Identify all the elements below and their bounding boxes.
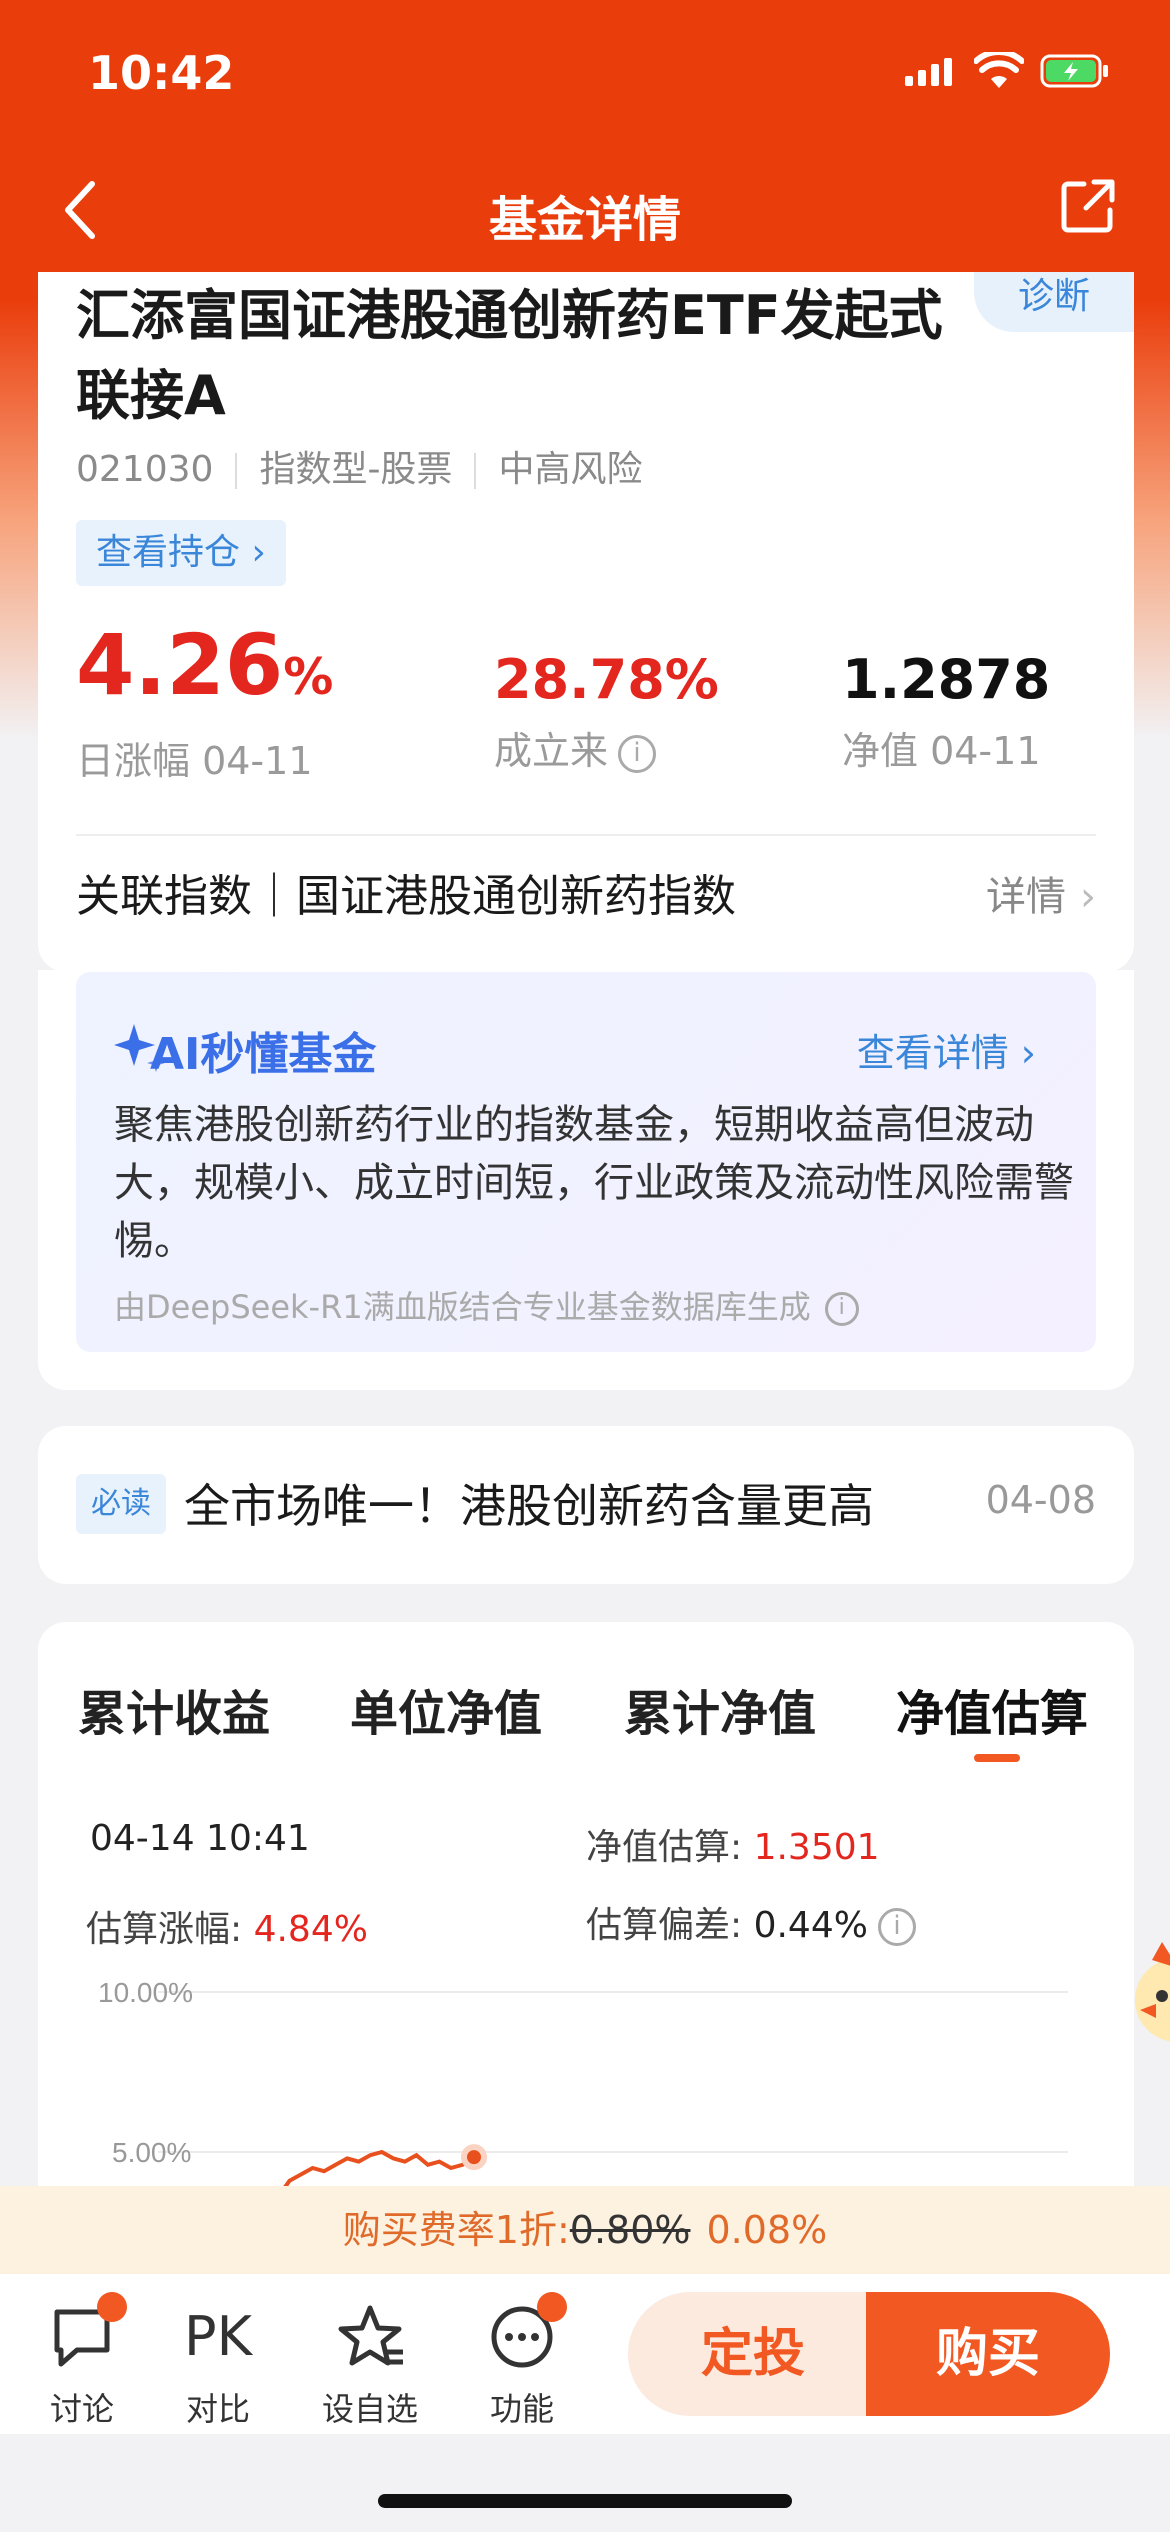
nav-block: 1.2878 净值 04-11 xyxy=(842,650,1050,775)
status-bar: 10:42 xyxy=(0,0,1170,150)
notification-dot xyxy=(97,2292,127,2322)
active-tab-indicator xyxy=(974,1754,1020,1762)
fund-name: 汇添富国证港股通创新药ETF发起式联接A xyxy=(76,284,943,427)
fund-summary-card: 诊断 汇添富国证港股通创新药ETF发起式联接A 021030 指数型-股票 中高风险… xyxy=(38,272,1134,972)
info-icon[interactable]: i xyxy=(824,1292,859,1326)
estimate-time: 04-14 10:41 xyxy=(90,1818,310,1859)
nav-label: 净值 04-11 xyxy=(842,729,1041,773)
wifi-icon xyxy=(974,52,1024,88)
daily-change-block: 4.26% 日涨幅 04-11 xyxy=(76,620,333,785)
nav-estimate: 净值估算: 1.3501 xyxy=(586,1827,880,1868)
fund-meta: 021030 指数型-股票 中高风险 xyxy=(76,440,642,492)
ai-summary-text: 聚焦港股创新药行业的指数基金，短期收益高但波动大，规模小、成立时间短，行业政策及… xyxy=(114,1102,1074,1264)
notification-dot xyxy=(537,2292,567,2322)
news-title[interactable]: 全市场唯一！港股创新药含量更高 xyxy=(184,1470,874,1536)
performance-card: 累计收益 单位净值 累计净值 净值估算 04-14 10:41 净值估算: 1.… xyxy=(38,1622,1134,2202)
ai-summary-box[interactable]: AI秒懂基金 查看详情 › 聚焦港股创新药行业的指数基金，短期收益高但波动大，规… xyxy=(76,972,1096,1352)
estimate-change: 估算涨幅: 4.84% xyxy=(86,1909,368,1950)
tab-cumulative-return[interactable]: 累计收益 xyxy=(78,1674,270,1744)
status-time: 10:42 xyxy=(88,46,235,100)
view-holdings-button[interactable]: 查看持仓 › xyxy=(76,520,286,586)
old-fee-rate: 0.80% xyxy=(569,2208,691,2252)
fund-code: 021030 xyxy=(76,449,214,490)
tab-unit-nav[interactable]: 单位净值 xyxy=(350,1674,542,1744)
since-inception-label: 成立来 xyxy=(494,729,609,773)
compare-button[interactable]: PK 对比 xyxy=(168,2302,268,2430)
ai-source-note: 由DeepSeek-R1满血版结合专业基金数据库生成 i xyxy=(114,1282,859,1328)
related-index-row[interactable]: 关联指数｜国证港股通创新药指数 详情 › xyxy=(76,857,1096,937)
star-icon xyxy=(338,2305,403,2366)
home-indicator xyxy=(378,2494,792,2508)
info-icon[interactable]: i xyxy=(618,734,657,773)
functions-label: 功能 xyxy=(489,2390,554,2428)
watch-label: 设自选 xyxy=(321,2390,418,2428)
estimate-deviation: 估算偏差: 0.44% i xyxy=(586,1896,916,1948)
bottom-action-bar: 讨论 PK 对比 设自选 功能 定投 购买 xyxy=(0,2274,1170,2434)
fee-promo-label: 购买费率1折: xyxy=(342,2208,570,2252)
share-icon[interactable] xyxy=(1060,178,1116,234)
index-detail-link[interactable]: 详情 › xyxy=(986,857,1096,937)
discuss-label: 讨论 xyxy=(49,2390,114,2428)
page-title: 基金详情 xyxy=(488,192,681,248)
daily-change-unit: % xyxy=(283,648,334,706)
battery-icon xyxy=(1040,54,1108,88)
ai-view-detail-link[interactable]: 查看详情 › xyxy=(857,1022,1036,1077)
chevron-right-icon: › xyxy=(1080,874,1096,920)
buy-button[interactable]: 购买 xyxy=(866,2292,1110,2416)
fund-risk: 中高风险 xyxy=(498,449,643,490)
divider xyxy=(76,834,1096,836)
since-inception-block: 28.78% 成立来 i xyxy=(494,650,719,775)
auto-invest-button[interactable]: 定投 xyxy=(628,2292,878,2416)
related-index-label: 关联指数｜国证港股通创新药指数 xyxy=(76,871,736,922)
news-card[interactable]: 必读 全市场唯一！港股创新药含量更高 04-08 xyxy=(38,1426,1134,1584)
ai-title: AI秒懂基金 xyxy=(150,1029,377,1080)
nav-estimate-chart: 10.00% 5.00% xyxy=(98,1977,1068,2198)
compare-label: 对比 xyxy=(185,2390,250,2428)
add-watchlist-button[interactable]: 设自选 xyxy=(320,2302,420,2430)
diagnose-button[interactable]: 诊断 xyxy=(974,272,1134,332)
fund-type: 指数型-股票 xyxy=(259,449,453,490)
fee-promo-bar: 购买费率1折:0.80% 0.08% xyxy=(0,2186,1170,2274)
y-tick-label: 5.00% xyxy=(112,2137,191,2168)
mascot-icon[interactable] xyxy=(1132,1940,1170,2050)
info-icon[interactable]: i xyxy=(877,1908,916,1946)
signal-icon xyxy=(905,58,952,86)
since-inception-value: 28.78% xyxy=(494,648,719,711)
nav-value: 1.2878 xyxy=(842,648,1051,711)
pk-icon: PK xyxy=(184,2305,252,2368)
discuss-button[interactable]: 讨论 xyxy=(32,2292,132,2430)
latest-point xyxy=(461,2144,487,2171)
daily-change-value: 4.26 xyxy=(76,616,284,714)
chart-tabs: 累计收益 单位净值 累计净值 净值估算 xyxy=(38,1674,1134,1774)
functions-button[interactable]: 功能 xyxy=(472,2292,572,2430)
nav-bar: 基金详情 xyxy=(0,160,1170,260)
news-date: 04-08 xyxy=(985,1478,1096,1522)
new-fee-rate: 0.08% xyxy=(706,2208,828,2252)
daily-change-label: 日涨幅 04-11 xyxy=(76,739,313,783)
must-read-badge: 必读 xyxy=(76,1474,166,1534)
tab-nav-estimate[interactable]: 净值估算 xyxy=(896,1674,1088,1744)
ai-summary-card: AI秒懂基金 查看详情 › 聚焦港股创新药行业的指数基金，短期收益高但波动大，规… xyxy=(38,970,1134,1390)
y-tick-label: 10.00% xyxy=(98,1977,193,2008)
tab-cumulative-nav[interactable]: 累计净值 xyxy=(624,1674,816,1744)
